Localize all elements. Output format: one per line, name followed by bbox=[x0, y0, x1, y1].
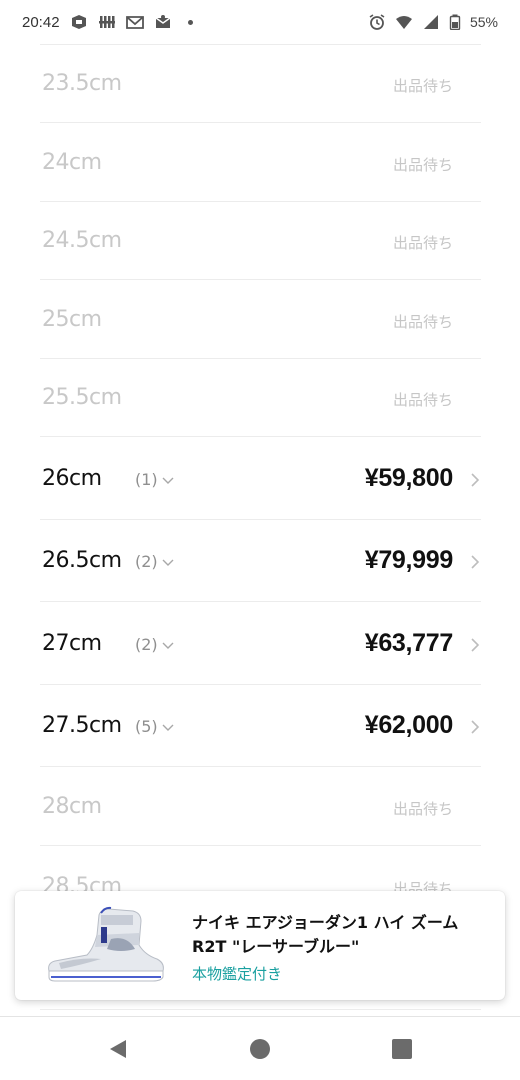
size-label: 25.5cm bbox=[42, 385, 122, 410]
back-icon[interactable] bbox=[106, 1037, 130, 1061]
size-row: 24cm 出品待ち bbox=[40, 123, 481, 202]
recents-icon[interactable] bbox=[390, 1037, 414, 1061]
status-bar: 20:42 55% bbox=[0, 0, 520, 44]
listing-count-toggle[interactable]: (1) bbox=[135, 470, 174, 489]
size-label: 24cm bbox=[42, 150, 102, 175]
product-thumbnail bbox=[41, 905, 169, 987]
mail-icon bbox=[154, 14, 172, 30]
lowest-price: ¥79,999 bbox=[364, 546, 454, 574]
screen: { "status_bar": { "time": "20:42", "batt… bbox=[0, 0, 520, 1080]
lowest-price: ¥62,000 bbox=[364, 711, 454, 739]
size-label: 25cm bbox=[42, 307, 102, 332]
size-row: 23.5cm 出品待ち bbox=[40, 45, 481, 123]
battery-icon bbox=[449, 14, 461, 30]
awaiting-listing-status: 出品待ち bbox=[392, 800, 453, 818]
size-row[interactable]: 26.5cm (2) ¥79,999 bbox=[40, 520, 481, 602]
lowest-price: ¥59,800 bbox=[364, 464, 454, 492]
system-nav-bar bbox=[0, 1016, 520, 1080]
undefeated-icon bbox=[98, 14, 116, 30]
listing-count: (1) bbox=[135, 470, 158, 489]
listing-count-toggle[interactable]: (5) bbox=[135, 717, 174, 736]
app-notification-icon bbox=[70, 14, 88, 30]
alarm-icon bbox=[368, 14, 386, 30]
size-row[interactable]: 26cm (1) ¥59,800 bbox=[40, 437, 481, 520]
awaiting-listing-status: 出品待ち bbox=[392, 313, 453, 331]
gmail-icon bbox=[125, 14, 144, 30]
size-row: 24.5cm 出品待ち bbox=[40, 202, 481, 280]
size-row[interactable]: 27cm (2) ¥63,777 bbox=[40, 602, 481, 685]
size-label: 26cm bbox=[42, 466, 102, 491]
chevron-down-icon bbox=[162, 470, 174, 489]
size-label: 27cm bbox=[42, 631, 102, 656]
size-row[interactable]: 27.5cm (5) ¥62,000 bbox=[40, 685, 481, 767]
chevron-right-icon bbox=[469, 637, 481, 653]
awaiting-listing-status: 出品待ち bbox=[392, 234, 453, 252]
home-icon[interactable] bbox=[248, 1037, 272, 1061]
size-label: 23.5cm bbox=[42, 71, 122, 96]
lowest-price: ¥63,777 bbox=[364, 629, 454, 657]
size-row: 25cm 出品待ち bbox=[40, 280, 481, 359]
chevron-right-icon bbox=[469, 719, 481, 735]
awaiting-listing-status: 出品待ち bbox=[392, 77, 453, 95]
chevron-right-icon bbox=[469, 472, 481, 488]
chevron-down-icon bbox=[162, 635, 174, 654]
size-label: 27.5cm bbox=[42, 713, 122, 738]
chevron-right-icon bbox=[469, 554, 481, 570]
wifi-icon bbox=[395, 14, 413, 30]
listing-count-toggle[interactable]: (2) bbox=[135, 635, 174, 654]
size-label: 28cm bbox=[42, 794, 102, 819]
chevron-down-icon bbox=[162, 717, 174, 736]
listing-count: (2) bbox=[135, 552, 158, 571]
product-card[interactable]: ナイキ エアジョーダン1 ハイ ズーム R2T "レーサーブルー" 本物鑑定付き bbox=[15, 891, 505, 1000]
size-label: 26.5cm bbox=[42, 548, 122, 573]
status-bar-right: 55% bbox=[368, 14, 498, 30]
size-label: 24.5cm bbox=[42, 228, 122, 253]
size-row: 25.5cm 出品待ち bbox=[40, 359, 481, 437]
authenticity-badge: 本物鑑定付き bbox=[192, 965, 283, 983]
awaiting-listing-status: 出品待ち bbox=[392, 156, 453, 174]
size-row: 28cm 出品待ち bbox=[40, 767, 481, 846]
product-title: ナイキ エアジョーダン1 ハイ ズーム R2T "レーサーブルー" bbox=[192, 913, 459, 956]
listing-count: (5) bbox=[135, 717, 158, 736]
chevron-down-icon bbox=[162, 552, 174, 571]
awaiting-listing-status: 出品待ち bbox=[392, 391, 453, 409]
notification-dot-icon bbox=[187, 19, 193, 25]
listing-count: (2) bbox=[135, 635, 158, 654]
status-bar-left: 20:42 bbox=[22, 14, 193, 31]
listing-count-toggle[interactable]: (2) bbox=[135, 552, 174, 571]
clock: 20:42 bbox=[22, 13, 60, 31]
battery-percent: 55% bbox=[469, 14, 498, 30]
signal-icon bbox=[422, 14, 440, 30]
